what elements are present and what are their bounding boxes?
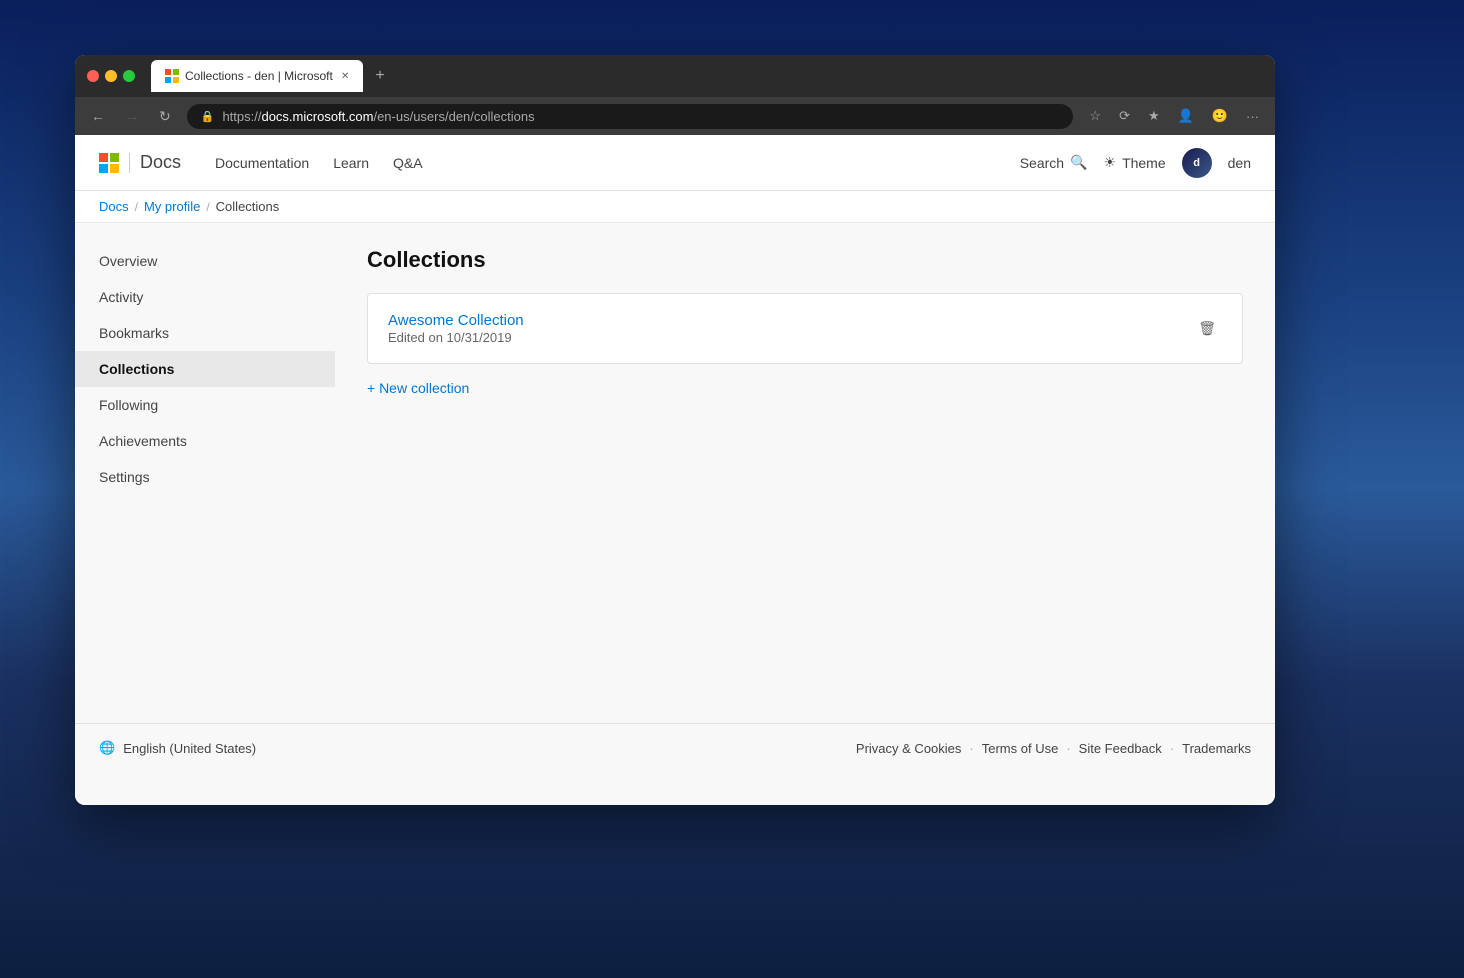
trash-icon: 🗑 [1198,320,1216,336]
tab-bar: Collections - den | Microsoft Do ✕ + [151,60,1263,92]
footer-locale: 🌐 English (United States) [99,740,256,756]
header-right: Search 🔍 ☀ Theme d den [1020,148,1251,178]
sidebar: Overview Activity Bookmarks Collections … [75,223,335,723]
browser-window: Collections - den | Microsoft Do ✕ + ← →… [75,55,1275,805]
address-bar: ← → ↻ 🔒 https://docs.microsoft.com/en-us… [75,97,1275,135]
locale-label: English (United States) [123,741,256,756]
browser-chrome: Collections - den | Microsoft Do ✕ + [75,55,1275,97]
menu-icon[interactable]: ··· [1242,105,1263,128]
sidebar-item-activity[interactable]: Activity [75,279,335,315]
sidebar-item-following[interactable]: Following [75,387,335,423]
sidebar-item-settings[interactable]: Settings [75,459,335,495]
breadcrumb-my-profile[interactable]: My profile [144,199,200,214]
site-header: Docs Documentation Learn Q&A Search 🔍 ☀ … [75,135,1275,191]
new-collection-label: + New collection [367,380,469,396]
page-content: Docs Documentation Learn Q&A Search 🔍 ☀ … [75,135,1275,805]
breadcrumb-sep-1: / [135,200,138,214]
url-bar[interactable]: 🔒 https://docs.microsoft.com/en-us/users… [187,104,1074,129]
breadcrumb-docs[interactable]: Docs [99,199,129,214]
sidebar-item-achievements[interactable]: Achievements [75,423,335,459]
sidebar-item-bookmarks[interactable]: Bookmarks [75,315,335,351]
url-text: https://docs.microsoft.com/en-us/users/d… [222,109,534,124]
ms-squares [99,153,119,173]
footer-links: Privacy & Cookies · Terms of Use · Site … [856,741,1251,756]
forward-button[interactable]: → [121,104,143,128]
ms-sq-blue [99,164,108,173]
nav-qa[interactable]: Q&A [383,149,433,177]
traffic-lights [87,70,135,82]
user-name: den [1228,155,1251,171]
breadcrumb-sep-2: / [206,200,209,214]
close-button[interactable] [87,70,99,82]
collection-name[interactable]: Awesome Collection [388,312,524,329]
minimize-button[interactable] [105,70,117,82]
docs-brand[interactable]: Docs [140,152,181,173]
collection-card: Awesome Collection Edited on 10/31/2019 … [367,293,1243,364]
site-nav: Documentation Learn Q&A [205,149,996,177]
footer-privacy[interactable]: Privacy & Cookies [856,741,961,756]
collection-info: Awesome Collection Edited on 10/31/2019 [388,312,524,345]
theme-button[interactable]: ☀ Theme [1104,154,1166,171]
maximize-button[interactable] [123,70,135,82]
search-label: Search [1020,155,1064,171]
emoji-icon[interactable]: 🙂 [1208,104,1232,128]
user-avatar[interactable]: d [1182,148,1212,178]
footer-trademarks[interactable]: Trademarks [1182,741,1251,756]
url-path: /en-us/users/den/collections [373,109,534,124]
back-button[interactable]: ← [87,104,109,128]
url-protocol: https:// [222,109,261,124]
lock-icon: 🔒 [201,110,215,123]
search-icon: 🔍 [1070,154,1087,171]
refresh-icon[interactable]: ⟳ [1115,104,1134,128]
microsoft-logo[interactable]: Docs [99,152,181,173]
theme-icon: ☀ [1104,154,1117,171]
breadcrumb: Docs / My profile / Collections [99,199,279,214]
tab-favicon [165,69,179,83]
breadcrumb-bar: Docs / My profile / Collections [75,191,1275,223]
page-title: Collections [367,247,1243,273]
main-content: Collections Awesome Collection Edited on… [335,223,1275,723]
browser-actions: ☆ ⟳ ★ 👤 🙂 ··· [1085,104,1263,128]
refresh-button[interactable]: ↻ [155,104,175,129]
breadcrumb-current: Collections [216,199,280,214]
sidebar-item-collections[interactable]: Collections [75,351,335,387]
main-layout: Overview Activity Bookmarks Collections … [75,223,1275,723]
globe-icon: 🌐 [99,740,115,756]
new-collection-button[interactable]: + New collection [367,376,469,400]
profile-icon[interactable]: 👤 [1174,104,1198,128]
nav-documentation[interactable]: Documentation [205,149,319,177]
nav-learn[interactable]: Learn [323,149,379,177]
ms-sq-green [110,153,119,162]
collection-meta: Edited on 10/31/2019 [388,330,524,345]
user-initials: d [1193,157,1200,169]
sidebar-item-overview[interactable]: Overview [75,243,335,279]
tab-title: Collections - den | Microsoft Do [185,69,335,83]
url-domain: docs.microsoft.com [261,109,373,124]
site-footer: 🌐 English (United States) Privacy & Cook… [75,723,1275,772]
collections-icon[interactable]: ★ [1144,104,1164,128]
footer-feedback[interactable]: Site Feedback [1079,741,1162,756]
delete-collection-button[interactable]: 🗑 [1192,314,1222,343]
favorites-icon[interactable]: ☆ [1085,104,1105,128]
active-tab[interactable]: Collections - den | Microsoft Do ✕ [151,60,363,92]
tab-close-icon[interactable]: ✕ [341,71,349,82]
footer-terms[interactable]: Terms of Use [982,741,1059,756]
ms-sq-red [99,153,108,162]
ms-sq-yellow [110,164,119,173]
new-tab-button[interactable]: + [367,63,392,89]
logo-divider [129,153,130,173]
theme-label: Theme [1122,155,1166,171]
search-button[interactable]: Search 🔍 [1020,154,1088,171]
